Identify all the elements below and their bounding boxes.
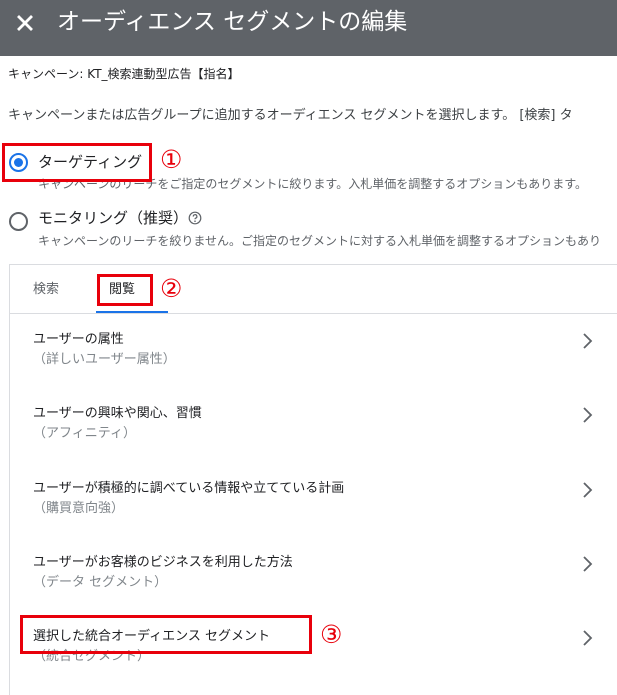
tab-divider: [10, 313, 617, 314]
item-title: ユーザーが積極的に調べている情報や立てている計画: [33, 481, 345, 496]
item-subtitle: （詳しいユーザー属性）: [33, 352, 176, 367]
help-circle-icon[interactable]: [188, 211, 202, 225]
chevron-right-icon: [580, 555, 594, 573]
annotation-number-2: ②: [160, 274, 183, 303]
tab-search[interactable]: 検索: [33, 281, 59, 299]
item-title: ユーザーの興味や関心、習慣: [33, 406, 202, 421]
browse-item-data-segments[interactable]: ユーザーがお客様のビジネスを利用した方法 （データ セグメント）: [10, 546, 617, 620]
item-subtitle: （データ セグメント）: [33, 575, 168, 590]
annotation-box-1: [2, 143, 152, 182]
campaign-label: キャンペーン: KT_検索連動型広告【指名】: [8, 67, 240, 81]
annotation-box-2: [97, 274, 153, 306]
monitoring-description: キャンペーンのリーチを絞りません。ご指定のセグメントに対する入札単価を調整するオ…: [38, 234, 602, 248]
annotation-number-1: ①: [160, 145, 183, 174]
item-subtitle: （アフィニティ）: [33, 426, 136, 441]
annotation-number-3: ③: [320, 620, 343, 649]
annotation-box-3: [20, 615, 312, 654]
browse-item-in-market[interactable]: ユーザーが積極的に調べている情報や立てている計画 （購買意向強）: [10, 472, 617, 546]
monitoring-label[interactable]: モニタリング（推奨）: [38, 208, 188, 228]
browse-item-affinity[interactable]: ユーザーの興味や関心、習慣 （アフィニティ）: [10, 397, 617, 471]
chevron-right-icon: [580, 481, 594, 499]
chevron-right-icon: [580, 406, 594, 424]
item-subtitle: （購買意向強）: [33, 501, 125, 516]
intro-text: キャンペーンまたは広告グループに追加するオーディエンス セグメントを選択します。…: [8, 108, 573, 123]
chevron-right-icon: [580, 629, 594, 647]
dialog-header: オーディエンス セグメントの編集: [0, 0, 617, 56]
item-title: ユーザーがお客様のビジネスを利用した方法: [33, 555, 293, 570]
close-icon: [17, 15, 33, 31]
monitoring-radio[interactable]: [9, 212, 28, 231]
browse-item-demographics[interactable]: ユーザーの属性 （詳しいユーザー属性）: [10, 323, 617, 397]
chevron-right-icon: [580, 332, 594, 350]
dialog-title: オーディエンス セグメントの編集: [57, 9, 408, 35]
item-title: ユーザーの属性: [33, 332, 124, 347]
close-button[interactable]: [10, 8, 40, 38]
